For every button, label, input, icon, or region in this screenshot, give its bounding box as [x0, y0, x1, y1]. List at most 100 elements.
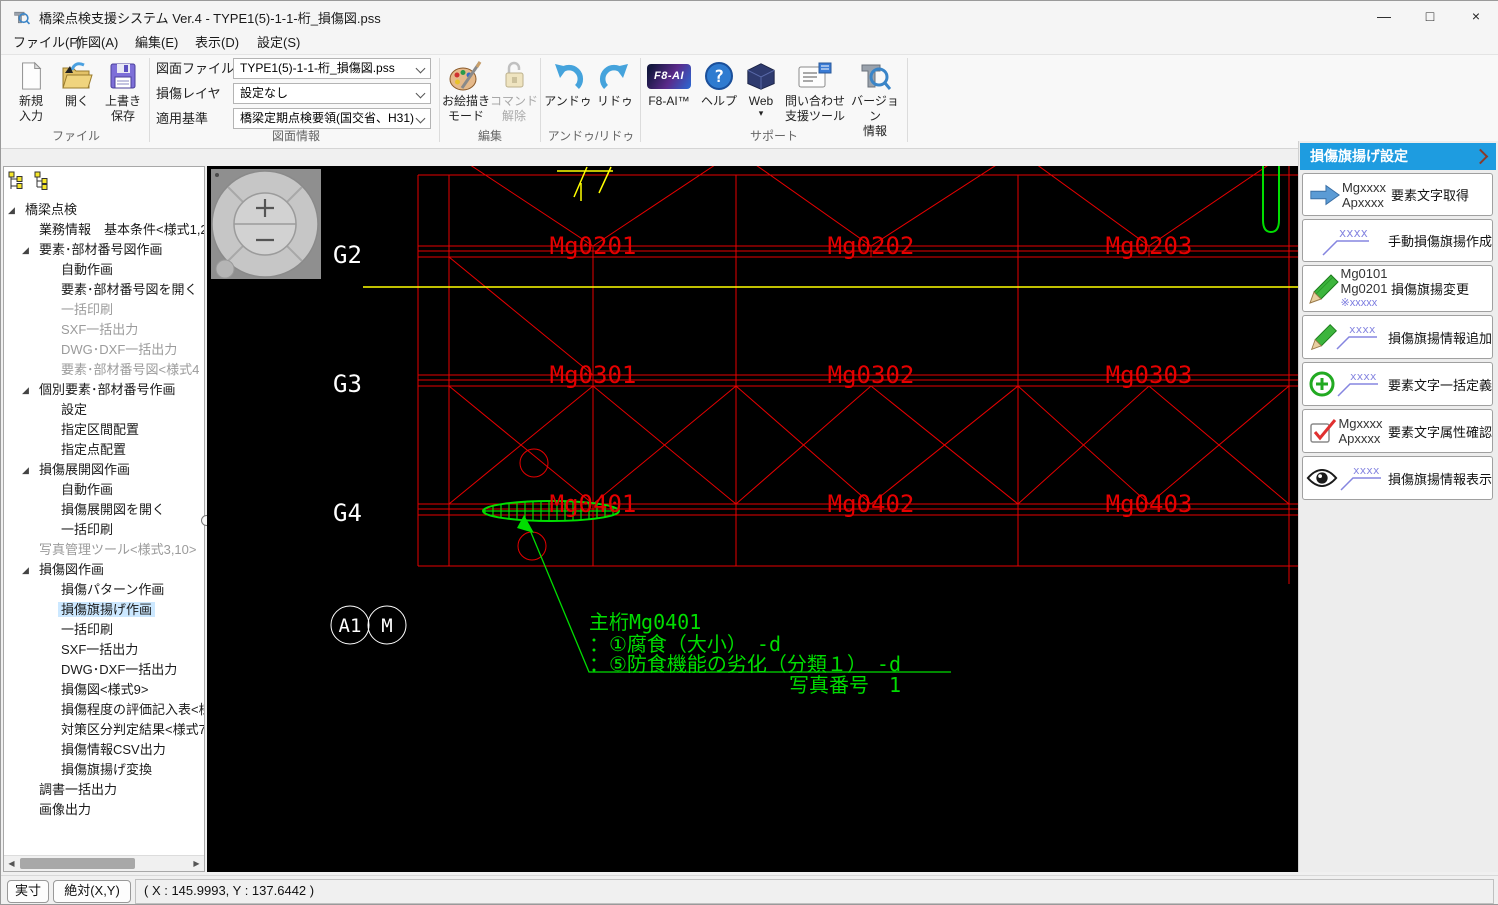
tree-item[interactable]: 設定: [4, 400, 204, 420]
tree-item[interactable]: 自動作画: [4, 260, 204, 280]
expander-icon[interactable]: ◢: [8, 200, 22, 220]
tree-item-selected[interactable]: 損傷旗揚げ作画: [4, 600, 204, 620]
tree-item[interactable]: 業務情報 基本条件<様式1,2: [4, 220, 204, 240]
batch-define-element-text-button[interactable]: xxxx 要素文字一括定義: [1302, 362, 1493, 406]
tree-item: 一括印刷: [4, 300, 204, 320]
dropdown-chevron-icon: [416, 89, 426, 99]
wheel-dot: [215, 173, 219, 177]
redo-button[interactable]: リドゥ: [591, 58, 639, 109]
group-label-edit: 編集: [442, 127, 538, 144]
group-label-support: サポート: [645, 127, 903, 144]
menu-draw[interactable]: 作図(A): [67, 33, 126, 54]
open-button[interactable]: 開く: [53, 58, 101, 124]
tree-structure-icon-1[interactable]: [8, 171, 26, 191]
window-title: 橋梁点検支援システム Ver.4 - TYPE1(5)-1-1-桁_損傷図.ps…: [39, 8, 381, 27]
tree-structure-icon-2[interactable]: [32, 171, 50, 191]
add-damage-flag-info-button[interactable]: xxxx 損傷旗揚情報追加: [1302, 315, 1493, 359]
chevron-right-icon: [1473, 149, 1489, 165]
tree-item[interactable]: ◢損傷展開図作画: [4, 460, 204, 480]
tree-item[interactable]: 一括印刷: [4, 620, 204, 640]
undo-button[interactable]: アンドゥ: [544, 58, 592, 109]
tree-item: DWG･DXF一括出力: [4, 340, 204, 360]
flag-leader-icon: xxxx: [1333, 322, 1381, 352]
tree-item[interactable]: ◢損傷図作画: [4, 560, 204, 580]
panel-header[interactable]: 損傷旗揚げ設定: [1300, 143, 1496, 170]
tree-item[interactable]: ◢橋梁点検: [4, 200, 204, 220]
svg-text:Mg0201: Mg0201: [550, 232, 637, 260]
damage-flag-settings-panel: 損傷旗揚げ設定 MgxxxxApxxxx 要素文字取得 xxxx 手動損傷旗揚作…: [1298, 141, 1498, 872]
scroll-right-arrow[interactable]: ▶: [189, 856, 204, 871]
redo-arrow-icon: [598, 59, 632, 93]
paint-mode-button[interactable]: お絵描き モード: [442, 58, 490, 124]
tree-item[interactable]: ◢個別要素･部材番号作画: [4, 380, 204, 400]
menu-view[interactable]: 表示(D): [187, 33, 247, 54]
tree-item[interactable]: SXF一括出力: [4, 640, 204, 660]
tree-item[interactable]: 損傷旗揚げ変換: [4, 760, 204, 780]
close-button[interactable]: ×: [1453, 1, 1498, 33]
minimize-button[interactable]: —: [1361, 1, 1407, 33]
check-element-text-attr-button[interactable]: MgxxxxApxxxx 要素文字属性確認: [1302, 409, 1493, 453]
svg-text:G2: G2: [333, 241, 362, 269]
tree-item[interactable]: 調書一括出力: [4, 780, 204, 800]
standard-dropdown[interactable]: 橋梁定期点検要領(国交省、H31): [233, 108, 431, 129]
svg-text:Mg0301: Mg0301: [550, 361, 637, 389]
expander-icon[interactable]: ◢: [22, 380, 36, 400]
dropdown-chevron-icon: [416, 64, 426, 74]
reference-lines: [363, 167, 1298, 287]
tree-item[interactable]: 指定点配置: [4, 440, 204, 460]
pencil-icon: [1307, 271, 1341, 307]
manual-damage-flag-button[interactable]: xxxx 手動損傷旗揚作成: [1302, 219, 1493, 262]
version-logo-icon: [859, 60, 891, 92]
filename-dropdown[interactable]: TYPE1(5)-1-1-桁_損傷図.pss: [233, 58, 431, 79]
navigation-wheel[interactable]: [211, 169, 321, 279]
tree-item[interactable]: 指定区間配置: [4, 420, 204, 440]
tree-item[interactable]: 損傷展開図を開く: [4, 500, 204, 520]
blue-arrow-right-icon: [1308, 182, 1342, 208]
scrollbar-thumb[interactable]: [20, 858, 135, 869]
actual-size-button[interactable]: 実寸: [7, 880, 49, 903]
inquiry-form-icon: [797, 61, 833, 91]
tree-item[interactable]: 自動作画: [4, 480, 204, 500]
tree-item[interactable]: 損傷情報CSV出力: [4, 740, 204, 760]
girder-labels: G2 G3 G4: [333, 241, 362, 527]
tree-item[interactable]: 損傷程度の評価記入表<様: [4, 700, 204, 720]
expander-icon[interactable]: ◢: [22, 560, 36, 580]
open-folder-icon: [60, 59, 94, 93]
get-element-text-button[interactable]: MgxxxxApxxxx 要素文字取得: [1302, 173, 1493, 216]
app-window: 橋梁点検支援システム Ver.4 - TYPE1(5)-1-1-桁_損傷図.ps…: [0, 0, 1498, 905]
tree-item[interactable]: 要素･部材番号図を開く: [4, 280, 204, 300]
tree-item[interactable]: 損傷図<様式9>: [4, 680, 204, 700]
ribbon-toolbar: 新規 入力 開く 上書き 保存 ファイル: [1, 54, 1498, 149]
absolute-xy-button[interactable]: 絶対(X,Y): [53, 880, 131, 903]
tree-horizontal-scrollbar[interactable]: ◀ ▶: [4, 855, 204, 871]
expander-icon[interactable]: ◢: [22, 240, 36, 260]
menu-settings[interactable]: 設定(S): [249, 33, 308, 54]
f8-ai-badge-icon: F8-AI: [647, 64, 691, 89]
web-button[interactable]: Web ▾: [741, 58, 781, 117]
menu-edit[interactable]: 編集(E): [127, 33, 186, 54]
new-input-button[interactable]: 新規 入力: [7, 58, 55, 124]
help-button[interactable]: ? ヘルプ: [695, 58, 743, 109]
undo-arrow-icon: [551, 59, 585, 93]
tree-item[interactable]: 対策区分判定結果<様式7,: [4, 720, 204, 740]
drawing-canvas[interactable]: 主桁Mg0401 ：①腐食（大小） -d ：⑤防食機能の劣化（分類１） -d 写…: [207, 166, 1298, 872]
tree-item[interactable]: 損傷パターン作画: [4, 580, 204, 600]
show-damage-flag-info-button[interactable]: xxxx 損傷旗揚情報表示: [1302, 456, 1493, 500]
tree-item[interactable]: DWG･DXF一括出力: [4, 660, 204, 680]
tree-item[interactable]: ◢要素･部材番号図作画: [4, 240, 204, 260]
tree-item[interactable]: 一括印刷: [4, 520, 204, 540]
command-release-button[interactable]: コマンド 解除: [490, 58, 538, 124]
status-bar: 実寸 絶対(X,Y) ( X : 145.9993, Y : 137.6442 …: [1, 875, 1498, 905]
tree-item[interactable]: 画像出力: [4, 800, 204, 820]
svg-text:M: M: [381, 615, 392, 637]
save-button[interactable]: 上書き 保存: [99, 58, 147, 124]
expander-icon[interactable]: ◢: [22, 460, 36, 480]
inquiry-support-button[interactable]: 問い合わせ 支援ツール: [783, 58, 847, 124]
change-damage-flag-button[interactable]: Mg0101Mg0201※xxxxx 損傷旗揚変更: [1302, 265, 1493, 312]
svg-text:Mg0403: Mg0403: [1106, 490, 1193, 518]
scroll-left-arrow[interactable]: ◀: [4, 856, 19, 871]
damage-layer-dropdown[interactable]: 設定なし: [233, 83, 431, 104]
f8-ai-button[interactable]: F8-AI F8-AI™: [645, 58, 693, 109]
maximize-button[interactable]: □: [1407, 1, 1453, 33]
tree-item: 写真管理ツール<様式3,10>: [4, 540, 204, 560]
